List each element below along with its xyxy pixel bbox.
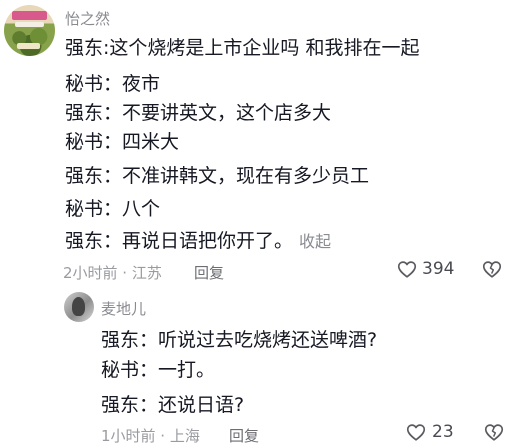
comment-line: 秘书：夜市: [65, 73, 161, 95]
reply-button[interactable]: 回复: [194, 262, 224, 283]
like-count: 394: [422, 259, 455, 279]
reply-like-count: 23: [432, 422, 454, 442]
reply-meta: 1小时前 · 上海: [101, 427, 200, 445]
comment-meta: 2小时前 · 江苏: [63, 264, 162, 282]
heart-outline-icon[interactable]: [405, 421, 427, 443]
comment-username[interactable]: 怡之然: [65, 8, 110, 29]
comment-line: 强东：不要讲英文，这个店多大: [65, 102, 332, 124]
heart-outline-icon[interactable]: [396, 258, 418, 280]
reply-line: 强东：还说日语?: [101, 394, 245, 416]
comment-line: 秘书：四米大: [65, 131, 180, 153]
reply-line: 秘书：一打。: [101, 359, 216, 381]
comment-text: 强东：再说日语把你开了。: [65, 230, 294, 252]
reply-avatar[interactable]: [64, 292, 94, 322]
avatar-tag: [17, 43, 40, 49]
comment-line: 强东:这个烧烤是上市企业吗 和我排在一起: [65, 37, 420, 59]
avatar-banner-text: [15, 22, 44, 27]
collapse-button[interactable]: 收起: [299, 232, 331, 251]
reply-avatar-figure: [72, 297, 85, 316]
comment-line: 强东：不准讲韩文，现在有多少员工: [65, 165, 370, 187]
avatar[interactable]: [4, 5, 55, 56]
broken-heart-icon[interactable]: [483, 421, 505, 443]
reply-line: 强东：听说过去吃烧烤还送啤酒?: [101, 329, 378, 351]
avatar-banner: [12, 11, 47, 20]
broken-heart-icon[interactable]: [481, 258, 503, 280]
comment-line-last: 强东：再说日语把你开了。 收起: [65, 229, 331, 254]
comment-line: 秘书：八个: [65, 198, 161, 220]
reply-username[interactable]: 麦地儿: [101, 298, 146, 319]
reply-reply-button[interactable]: 回复: [229, 425, 259, 446]
